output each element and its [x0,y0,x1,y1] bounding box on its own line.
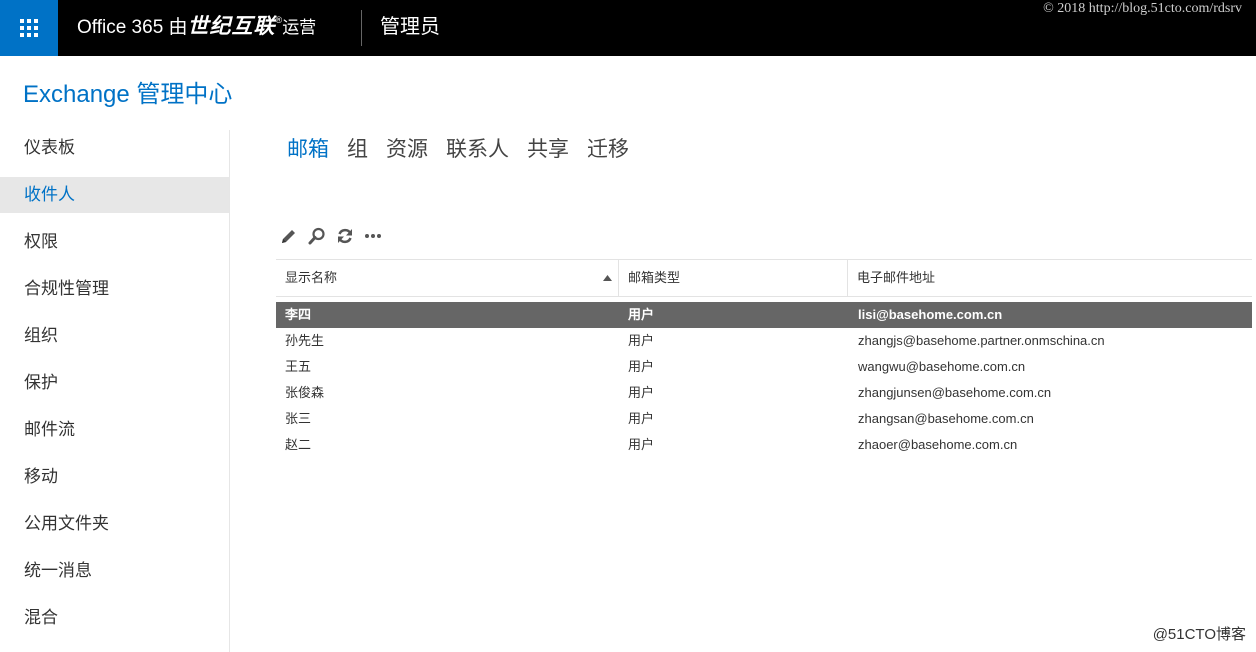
sort-ascending-icon [603,275,612,281]
search-icon[interactable] [307,226,327,246]
column-header-label: 显示名称 [285,270,338,285]
cell-email-address: zhangjs@basehome.partner.onmschina.cn [858,333,1105,348]
table-row[interactable]: 张俊森 用户 zhangjunsen@basehome.com.cn [276,380,1252,406]
cell-mailbox-type: 用户 [628,385,655,400]
column-header-display-name[interactable]: 显示名称 [276,260,619,296]
column-header-mailbox-type[interactable]: 邮箱类型 [619,260,848,296]
sidebar-item-mobile[interactable]: 移动 [0,459,229,495]
sidebar-item-recipients[interactable]: 收件人 [0,177,229,213]
sidebar-divider [229,130,230,652]
cell-mailbox-type: 用户 [628,333,655,348]
brand-partner: 世纪互联 [187,15,276,38]
cell-display-name: 张俊森 [285,385,325,400]
sidebar-item-compliance[interactable]: 合规性管理 [0,271,229,307]
sidebar-item-public-folders[interactable]: 公用文件夹 [0,506,229,542]
tab-bar: 邮箱 组 资源 联系人 共享 迁移 [287,133,647,163]
table-row[interactable]: 王五 用户 wangwu@basehome.com.cn [276,354,1252,380]
sidebar-item-organization[interactable]: 组织 [0,318,229,354]
tab-contacts[interactable]: 联系人 [446,133,509,163]
cell-mailbox-type: 用户 [628,411,655,426]
cell-mailbox-type: 用户 [628,359,655,374]
tab-groups[interactable]: 组 [347,133,368,163]
cell-display-name: 张三 [285,411,312,426]
table-row[interactable]: 李四 用户 lisi@basehome.com.cn [276,302,1252,328]
table-header: 显示名称 邮箱类型 电子邮件地址 [276,259,1252,297]
sidebar-item-permissions[interactable]: 权限 [0,224,229,260]
brand-suffix: 运营 [282,18,317,37]
bottom-watermark: @51CTO博客 [1152,626,1246,643]
edit-icon[interactable] [279,226,299,246]
sidebar-item-dashboard[interactable]: 仪表板 [0,130,229,166]
brand-prefix: Office 365 由 [77,17,188,38]
sidebar-item-mail-flow[interactable]: 邮件流 [0,412,229,448]
cell-email-address: wangwu@basehome.com.cn [858,359,1026,374]
toolbar [279,226,391,246]
admin-app-link[interactable]: 管理员 [380,14,440,40]
cell-email-address: lisi@basehome.com.cn [858,307,1003,322]
table-body: 李四 用户 lisi@basehome.com.cn 孙先生 用户 zhangj… [276,302,1252,458]
tab-mailboxes[interactable]: 邮箱 [287,133,329,163]
top-watermark: © 2018 http://blog.51cto.com/rdsrv [1043,1,1242,16]
tab-shared[interactable]: 共享 [527,133,569,163]
cell-display-name: 孙先生 [285,333,325,348]
table-row[interactable]: 孙先生 用户 zhangjs@basehome.partner.onmschin… [276,328,1252,354]
tab-resources[interactable]: 资源 [386,133,428,163]
tab-migration[interactable]: 迁移 [587,133,629,163]
cell-mailbox-type: 用户 [628,307,655,322]
sidebar-nav: 仪表板 收件人 权限 合规性管理 组织 保护 邮件流 移动 公用文件夹 统一消息… [0,126,229,647]
recipients-table: 显示名称 邮箱类型 电子邮件地址 李四 用户 lisi@basehome.com… [276,259,1252,452]
cell-display-name: 赵二 [285,437,312,452]
table-row[interactable]: 赵二 用户 zhaoer@basehome.com.cn [276,432,1252,458]
cell-mailbox-type: 用户 [628,437,655,452]
waffle-icon [20,19,38,37]
cell-email-address: zhangsan@basehome.com.cn [858,411,1034,426]
cell-display-name: 王五 [285,359,312,374]
column-header-label: 邮箱类型 [628,270,681,285]
refresh-icon[interactable] [335,226,355,246]
top-bar: Office 365 由世纪互联®运营 管理员 © 2018 http://bl… [0,0,1256,56]
more-icon[interactable] [363,226,383,246]
sidebar-item-unified-messaging[interactable]: 统一消息 [0,553,229,589]
cell-email-address: zhaoer@basehome.com.cn [858,437,1018,452]
column-header-email-address[interactable]: 电子邮件地址 [848,260,1252,296]
brand-logo[interactable]: Office 365 由世纪互联®运营 [77,14,316,40]
page-title: Exchange 管理中心 [23,81,233,108]
cell-email-address: zhangjunsen@basehome.com.cn [858,385,1052,400]
app-launcher-button[interactable] [0,0,58,56]
sidebar-item-protection[interactable]: 保护 [0,365,229,401]
cell-display-name: 李四 [285,307,312,322]
top-bar-divider [361,10,362,46]
sidebar-item-hybrid[interactable]: 混合 [0,600,229,636]
table-row[interactable]: 张三 用户 zhangsan@basehome.com.cn [276,406,1252,432]
column-header-label: 电子邮件地址 [857,270,936,285]
